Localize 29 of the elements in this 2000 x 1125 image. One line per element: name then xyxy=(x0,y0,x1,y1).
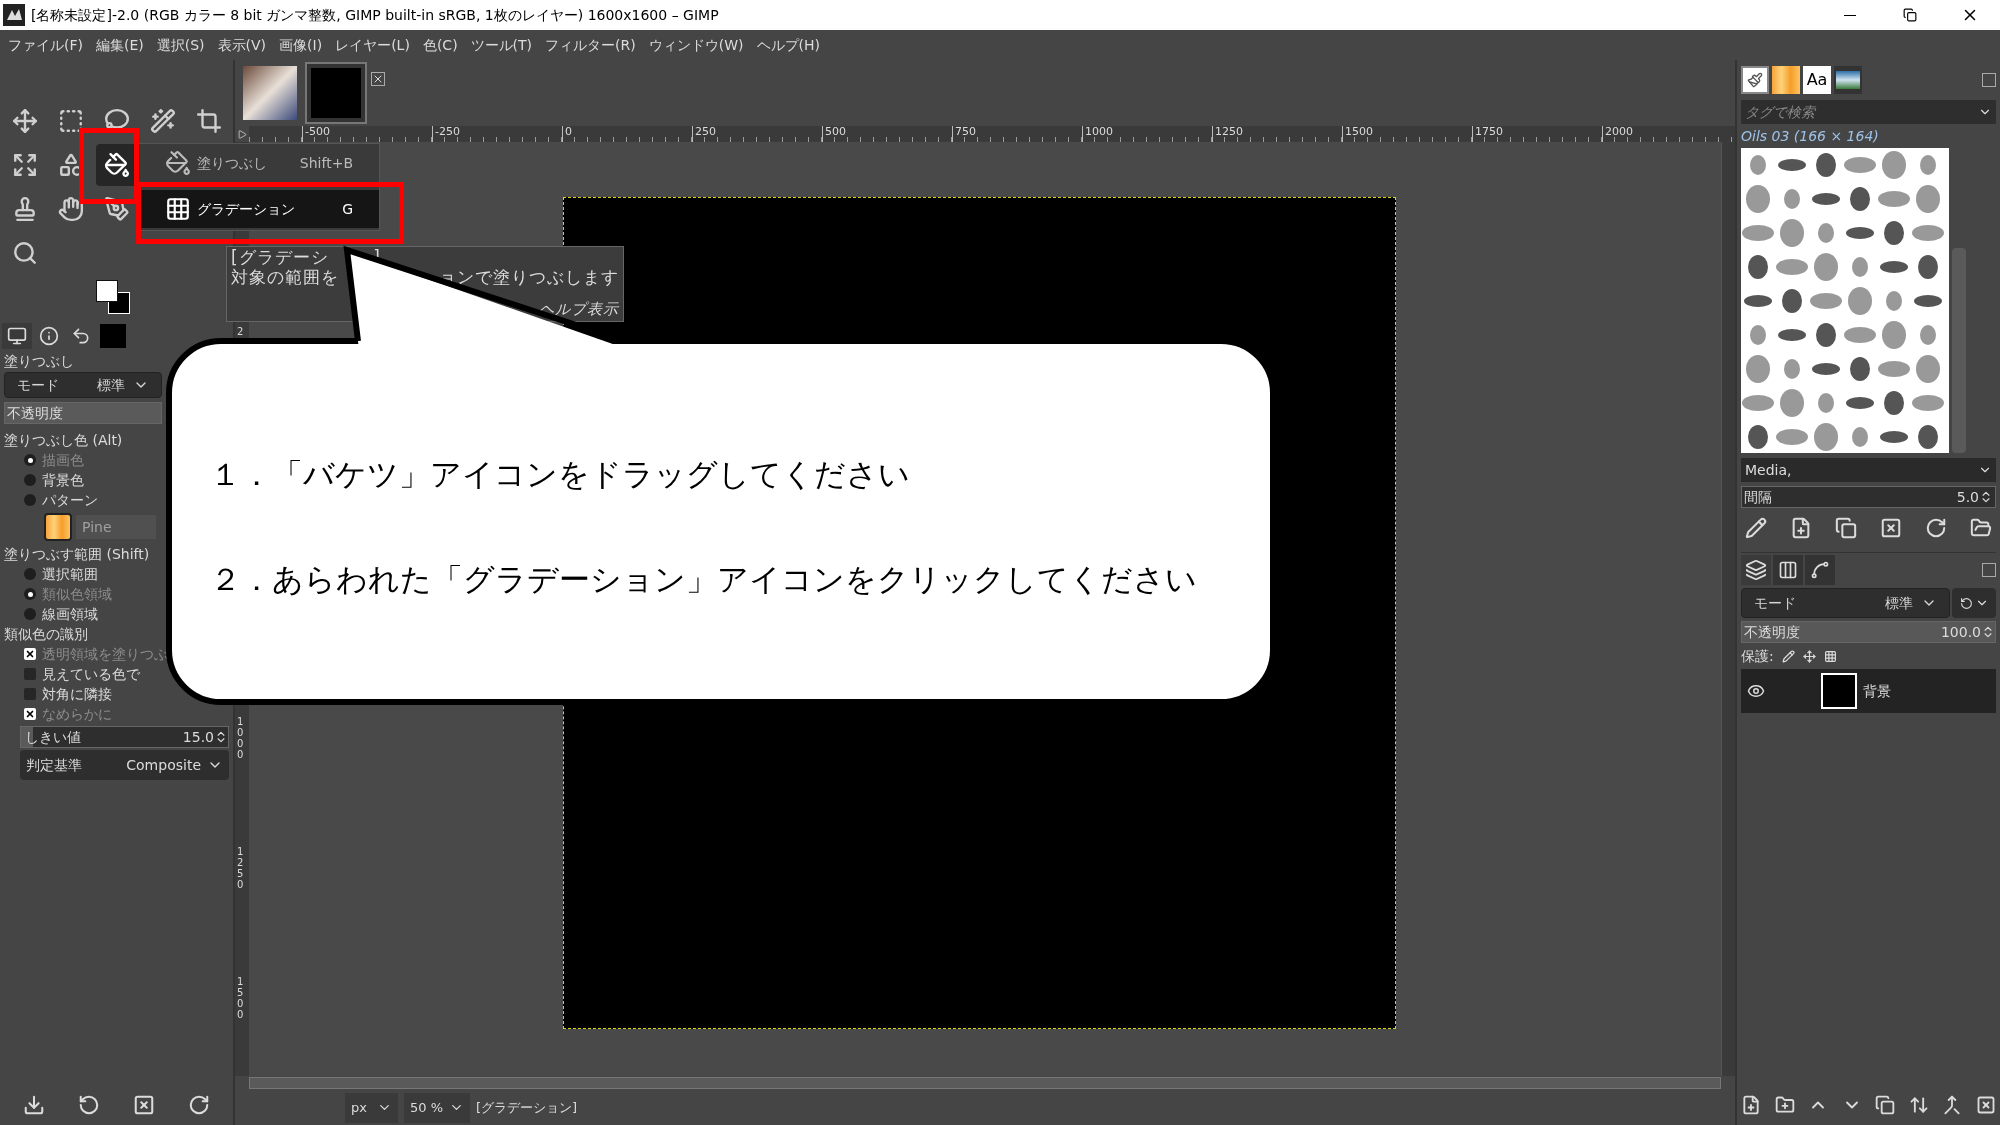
option-label: 背景色 xyxy=(42,470,84,490)
section-label: 塗りつぶし色 (Alt) xyxy=(4,431,124,450)
ruler-label: 2 xyxy=(237,326,245,337)
option-label: 対角に隣接 xyxy=(42,684,112,704)
lock-label: 保護: xyxy=(1741,646,1774,666)
tooltip-text: ヘルプ表示 xyxy=(539,299,619,319)
section-label: 塗りつぶす範囲 (Shift) xyxy=(4,545,151,564)
pattern-name: Pine xyxy=(76,515,156,539)
status-message: [グラデーション] xyxy=(476,1098,578,1117)
option-label: 選択範囲 xyxy=(42,564,98,584)
panel-title: 塗りつぶし xyxy=(4,352,75,371)
option-label: 見えている色で xyxy=(42,664,140,684)
layer-name: 背景 xyxy=(1863,681,1891,701)
option-label: パターン xyxy=(42,490,98,510)
option-label: なめらかに xyxy=(42,704,112,724)
instruction-text: ２．あらわれた「グラデーション」アイコンをクリックしてください xyxy=(210,559,1198,599)
section-label: 類似色の識別 xyxy=(4,625,89,644)
window-title: [名称未設定]-2.0 (RGB カラー 8 bit ガンマ整数, GIMP built-in sRGB, 1枚のレイヤー) 1600x1600 – GIMP xyxy=(31,5,719,25)
ruler-label: 1250 xyxy=(237,846,245,890)
option-label: 類似色領域 xyxy=(42,584,112,604)
option-label: 描画色 xyxy=(42,450,84,470)
option-label: 透明領域を塗りつぶ xyxy=(42,644,168,664)
brush-name: Oils 03 (166 × 164) xyxy=(1741,127,1880,146)
ruler-label: 1500 xyxy=(237,976,245,1020)
instruction-text: １．「バケツ」アイコンをドラッグしてください xyxy=(210,455,911,494)
tooltip-text: [グラデーシ xyxy=(231,247,329,267)
option-label: 線画領域 xyxy=(42,604,98,624)
tooltip-text: 対象の範囲を xyxy=(231,267,339,287)
ruler-label: 1000 xyxy=(237,716,245,760)
